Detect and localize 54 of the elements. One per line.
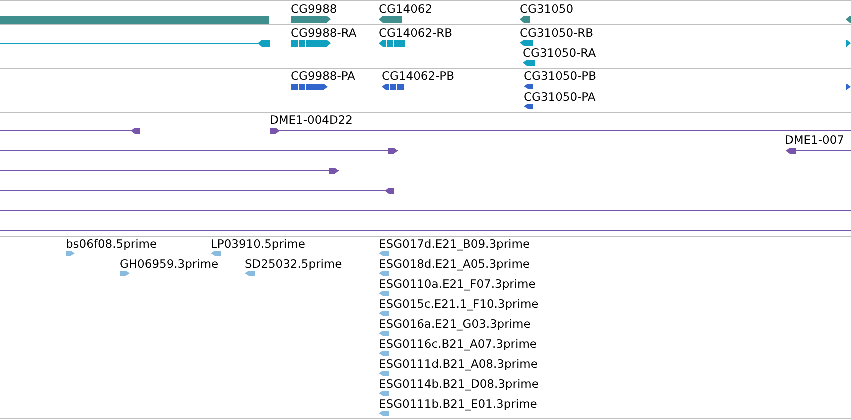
est-glyph: [120, 271, 130, 276]
feature-label: CG9988-RA: [291, 27, 357, 40]
feature-label: CG9988-PA: [291, 70, 356, 83]
protein-glyph: [291, 84, 328, 90]
transcript-glyph: [523, 60, 535, 66]
est-glyph: [211, 251, 221, 256]
est-glyph: [379, 371, 389, 376]
est-glyph: [379, 251, 389, 256]
feature-label: CG31050: [520, 3, 574, 16]
transcript-glyph: [379, 40, 405, 47]
feature-label: CG31050-PB: [524, 70, 596, 83]
protein-glyph: [846, 84, 851, 90]
feature-label: ESG017d.E21_B09.3prime: [379, 238, 530, 251]
feature-label: bs06f08.5prime: [66, 238, 158, 251]
feature-label: ESG015c.E21.1_F10.3prime: [379, 298, 539, 311]
feature-label: ESG018d.E21_A05.3prime: [379, 258, 530, 271]
transcript-glyph: [846, 40, 851, 47]
feature-label: CG31050-RA: [523, 47, 596, 60]
transcript-glyph: [520, 40, 533, 46]
gene-glyph: [379, 16, 402, 23]
feature-label: CG31050-PA: [524, 91, 596, 104]
est-glyph: [379, 291, 389, 296]
feature-label: CG31050-RB: [520, 27, 594, 40]
est-glyph: [66, 251, 75, 256]
feature-label: ESG0111b.B21_E01.3prime: [379, 398, 538, 411]
feature-label: DME1-007: [785, 134, 844, 147]
protein-glyph: [382, 84, 404, 90]
feature-label: ESG0114b.B21_D08.3prime: [379, 378, 539, 391]
transcript-glyph: [291, 40, 331, 47]
est-glyph: [245, 271, 255, 276]
feature-label: ESG0116c.B21_A07.3prime: [379, 338, 537, 351]
feature-label: GH06959.3prime: [120, 258, 219, 271]
gene-glyph: [291, 16, 331, 23]
feature-label: CG14062-RB: [379, 27, 453, 40]
est-glyph: [379, 331, 389, 336]
feature-label: ESG016a.E21_G03.3prime: [379, 318, 531, 331]
est-glyph: [379, 311, 389, 316]
protein-glyph: [524, 84, 533, 89]
feature-label: DME1-004D22: [270, 114, 353, 127]
est-glyph: [379, 351, 389, 356]
gene-glyph: [846, 16, 851, 23]
feature-label: CG14062: [379, 3, 433, 16]
feature-label: SD25032.5prime: [245, 258, 342, 271]
feature-label: LP03910.5prime: [211, 238, 306, 251]
est-glyph: [379, 271, 389, 276]
feature-label: CG9988: [291, 3, 338, 16]
feature-label: ESG0110a.E21_F07.3prime: [379, 278, 536, 291]
feature-label: CG14062-PB: [382, 70, 454, 83]
protein-glyph: [524, 104, 533, 109]
est-glyph: [379, 411, 389, 416]
feature-label: ESG0111d.B21_A08.3prime: [379, 358, 538, 371]
est-glyph: [379, 391, 389, 396]
clone-glyph: [786, 148, 851, 154]
gene-glyph: [520, 16, 530, 23]
